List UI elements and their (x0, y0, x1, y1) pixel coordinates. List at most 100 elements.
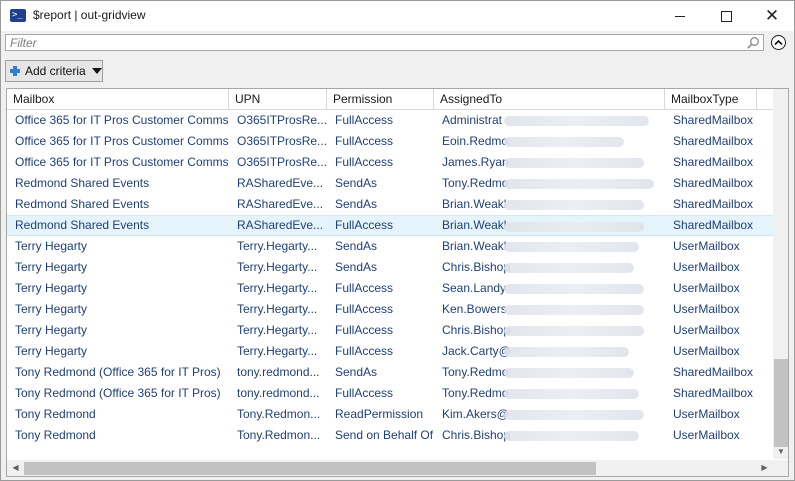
cell-mailbox-type: UserMailbox (673, 260, 740, 274)
scrollbar-corner (773, 460, 788, 476)
cell-upn: RASharedEve... (237, 176, 324, 190)
cell-mailbox: Terry Hegarty (15, 239, 88, 253)
scroll-down-icon[interactable]: ▼ (773, 444, 788, 459)
table-row[interactable]: Terry Hegarty Terry.Hegarty... SendAs Chris… (7, 257, 773, 278)
dropdown-arrow-icon (91, 68, 102, 74)
redacted-email-blur (504, 179, 654, 189)
cell-upn: tony.redmond... (237, 386, 320, 400)
table-row[interactable]: Redmond Shared Events RASharedEve... SendA… (7, 194, 773, 215)
table-row[interactable]: Office 365 for IT Pros Customer Comms O36… (7, 131, 773, 152)
cell-permission: FullAccess (335, 113, 394, 127)
cell-permission: SendAs (335, 239, 378, 253)
cell-mailbox-type: SharedMailbox (673, 155, 754, 169)
cell-mailbox: Tony Redmond (15, 407, 96, 421)
cell-permission: FullAccess (335, 386, 394, 400)
cell-upn: Terry.Hegarty... (237, 302, 318, 316)
window-title: $report | out-gridview (33, 8, 146, 22)
table-row[interactable]: Redmond Shared Events RASharedEve... FullA… (7, 215, 773, 236)
column-header-mailbox[interactable]: Mailbox (7, 89, 229, 109)
cell-mailbox-type: SharedMailbox (673, 218, 754, 232)
redacted-email-blur (504, 158, 644, 168)
cell-upn: Terry.Hegarty... (237, 323, 318, 337)
search-icon[interactable] (746, 36, 760, 50)
cell-permission: Send on Behalf Of (335, 428, 434, 442)
cell-permission: FullAccess (335, 323, 394, 337)
close-button[interactable]: ✕ (749, 1, 794, 31)
filter-box (5, 34, 764, 51)
cell-permission: SendAs (335, 176, 378, 190)
cell-mailbox-type: UserMailbox (673, 344, 740, 358)
cell-mailbox-type: SharedMailbox (673, 134, 754, 148)
collapse-criteria-button[interactable] (771, 35, 786, 50)
table-row[interactable]: Tony Redmond Tony.Redmon... Send on Behalf… (7, 425, 773, 446)
vertical-scrollbar[interactable]: ▼ (773, 89, 788, 459)
redacted-email-blur (504, 137, 624, 147)
cell-mailbox-type: SharedMailbox (673, 113, 754, 127)
redacted-email-blur (504, 263, 634, 273)
scroll-right-icon[interactable]: ▶ (757, 460, 772, 476)
table-row[interactable]: Office 365 for IT Pros Customer Comms O36… (7, 110, 773, 131)
cell-mailbox: Redmond Shared Events (15, 176, 150, 190)
column-header-filler (757, 89, 773, 109)
column-header-permission[interactable]: Permission (327, 89, 434, 109)
cell-permission: FullAccess (335, 281, 394, 295)
cell-mailbox: Office 365 for IT Pros Customer Comms (15, 155, 229, 169)
maximize-button[interactable] (703, 1, 749, 31)
cell-mailbox: Redmond Shared Events (15, 218, 150, 232)
cell-upn: Tony.Redmon... (237, 428, 321, 442)
cell-mailbox-type: UserMailbox (673, 281, 740, 295)
cell-permission: SendAs (335, 365, 378, 379)
column-header-mailboxtype[interactable]: MailboxType (665, 89, 757, 109)
cell-upn: O365ITProsRe... (237, 155, 327, 169)
table-row[interactable]: Tony Redmond (Office 365 for IT Pros) ton… (7, 383, 773, 404)
add-criteria-button[interactable]: Add criteria (5, 60, 103, 82)
cell-mailbox: Terry Hegarty (15, 344, 88, 358)
table-row[interactable]: Tony Redmond (Office 365 for IT Pros) ton… (7, 362, 773, 383)
cell-mailbox-type: SharedMailbox (673, 197, 754, 211)
title-bar[interactable]: >_ $report | out-gridview ✕ (1, 1, 794, 31)
column-header-assignedto[interactable]: AssignedTo (434, 89, 665, 109)
redacted-email-blur (504, 200, 644, 210)
redacted-email-blur (504, 116, 649, 126)
table-row[interactable]: Office 365 for IT Pros Customer Comms O36… (7, 152, 773, 173)
maximize-icon (720, 10, 732, 22)
cell-permission: FullAccess (335, 134, 394, 148)
cell-mailbox-type: UserMailbox (673, 239, 740, 253)
grid-header: Mailbox UPN Permission AssignedTo Mailbo… (7, 89, 773, 110)
cell-permission: FullAccess (335, 155, 394, 169)
cell-permission: ReadPermission (335, 407, 424, 421)
cell-upn: Terry.Hegarty... (237, 344, 318, 358)
redacted-email-blur (504, 410, 644, 420)
filter-input[interactable] (6, 35, 745, 50)
plus-icon (9, 65, 21, 77)
scroll-left-icon[interactable]: ◀ (8, 460, 23, 476)
column-header-upn[interactable]: UPN (229, 89, 327, 109)
close-icon: ✕ (764, 5, 780, 26)
table-row[interactable]: Terry Hegarty Terry.Hegarty... SendAs Brian… (7, 236, 773, 257)
redacted-email-blur (504, 284, 644, 294)
horizontal-scrollbar-thumb[interactable] (24, 462, 596, 475)
cell-upn: Tony.Redmon... (237, 407, 321, 421)
table-row[interactable]: Tony Redmond Tony.Redmon... ReadPermission… (7, 404, 773, 425)
horizontal-scrollbar[interactable]: ◀ ▶ (7, 460, 773, 476)
table-row[interactable]: Terry Hegarty Terry.Hegarty... FullAccess K… (7, 299, 773, 320)
cell-upn: RASharedEve... (237, 197, 324, 211)
cell-mailbox-type: UserMailbox (673, 428, 740, 442)
minimize-icon (675, 15, 685, 17)
minimize-button[interactable] (657, 1, 703, 31)
cell-mailbox: Terry Hegarty (15, 323, 88, 337)
results-grid: Mailbox UPN Permission AssignedTo Mailbo… (6, 88, 789, 477)
redacted-email-blur (504, 305, 644, 315)
redacted-email-blur (504, 326, 644, 336)
vertical-scrollbar-thumb[interactable] (774, 359, 788, 447)
cell-mailbox: Tony Redmond (15, 428, 96, 442)
cell-mailbox: Redmond Shared Events (15, 197, 150, 211)
table-row[interactable]: Terry Hegarty Terry.Hegarty... FullAccess J… (7, 341, 773, 362)
cell-mailbox: Tony Redmond (Office 365 for IT Pros) (15, 365, 221, 379)
cell-mailbox: Office 365 for IT Pros Customer Comms (15, 134, 229, 148)
table-row[interactable]: Terry Hegarty Terry.Hegarty... FullAccess S… (7, 278, 773, 299)
powershell-icon: >_ (10, 9, 26, 22)
table-row[interactable]: Terry Hegarty Terry.Hegarty... FullAccess C… (7, 320, 773, 341)
table-row[interactable]: Redmond Shared Events RASharedEve... SendA… (7, 173, 773, 194)
redacted-email-blur (504, 347, 629, 357)
